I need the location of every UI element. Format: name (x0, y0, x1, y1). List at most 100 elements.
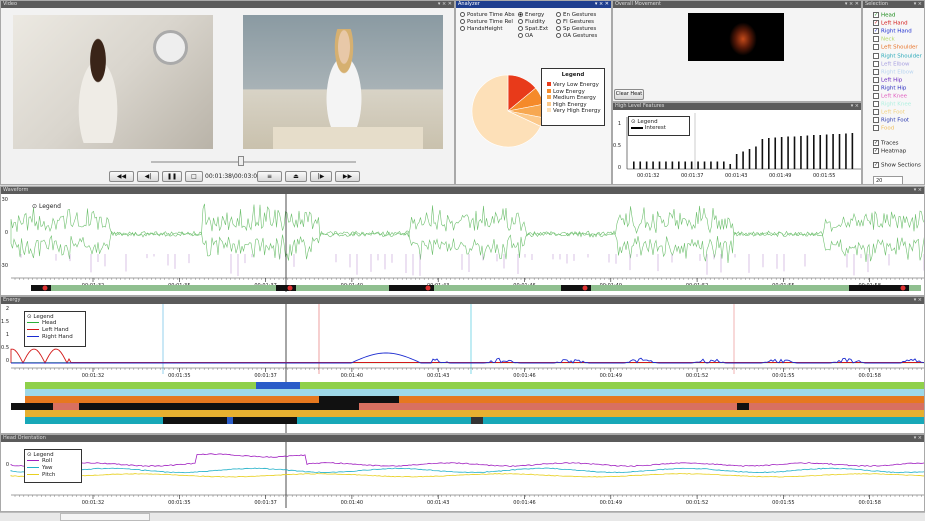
overall-movement-title: Overall Movement ▾ ⨯ ✕ (613, 1, 861, 8)
seek-slider-thumb[interactable] (238, 156, 244, 166)
option-fl-gestures[interactable]: Fl Gestures (556, 19, 594, 25)
pane-controls[interactable]: ▾ ⨯ (914, 1, 922, 8)
selection-item[interactable]: Left Elbow (873, 60, 909, 67)
segment-marker (42, 285, 48, 291)
interest-bar (645, 161, 648, 169)
x-tick-label: 00:01:58 (858, 373, 880, 379)
selection-item[interactable]: ✓ Right Hand (873, 28, 912, 35)
pause-button[interactable]: ❚❚ (162, 171, 182, 182)
y-tick-label: 0 (618, 165, 621, 171)
radio-selected-icon (518, 12, 523, 17)
legend-swatch (27, 466, 39, 469)
selection-item[interactable]: Neck (873, 36, 895, 43)
check-icon (873, 117, 879, 124)
option-oa-gestures[interactable]: OA Gestures (556, 33, 597, 39)
pane-controls[interactable]: ▾ ⨯ (851, 103, 859, 110)
pane-controls[interactable]: ▾ ⨯ (914, 187, 922, 194)
legend-swatch (547, 82, 551, 86)
selection-pane-title: Selection ▾ ⨯ (863, 1, 924, 8)
interest-bar (678, 161, 680, 169)
collapse-icon[interactable]: ⊙ (32, 203, 37, 210)
avatar-video-frame (243, 15, 443, 149)
interest-bar (703, 161, 706, 169)
selection-item[interactable]: Right Hip (873, 84, 906, 91)
interest-bar (697, 161, 699, 169)
pane-controls[interactable]: ▾ ⨯ (914, 297, 922, 304)
traces-checkbox[interactable]: ✓ Traces (873, 140, 898, 147)
legend-item: Right Hand (27, 334, 83, 341)
camera-fan-figure (153, 30, 188, 65)
option-fluidity[interactable]: Fluidity (518, 19, 545, 25)
check-icon: ✓ (873, 12, 879, 18)
clear-heat-button[interactable]: Clear Heat (614, 89, 644, 100)
selection-item[interactable]: Left Knee (873, 93, 907, 100)
selection-item[interactable]: Right Foot (873, 117, 909, 124)
interest-bar (825, 134, 828, 169)
x-tick-label: 00:01:32 (637, 173, 659, 179)
energy-chart: 2 1.5 1 0.5 0 00:01:32 00:01:35 00:01:37 00:01:4… (1, 304, 924, 433)
stop-button[interactable]: □ (185, 171, 203, 182)
step-back-button[interactable]: ◀| (137, 171, 159, 182)
camera-person-figure (68, 33, 128, 143)
legend-item: Roll (27, 458, 79, 465)
interest-bar (845, 133, 847, 169)
selection-item[interactable]: Left Shoulder (873, 44, 918, 51)
y-tick-label: 2 (6, 306, 9, 312)
check-icon (873, 109, 879, 116)
option-oa[interactable]: OA (518, 33, 533, 39)
interest-bar (742, 151, 744, 169)
sections-count-input[interactable]: 20 (873, 176, 903, 184)
bottom-tab[interactable] (60, 513, 150, 521)
option-en-gestures[interactable]: En Gestures (556, 12, 596, 18)
selection-item[interactable]: Right Knee (873, 101, 911, 108)
interest-bar (793, 136, 796, 169)
head-orientation-chart: 0 00:01:32 00:01:35 00:01:37 00:01:40 00:01:4… (6, 442, 924, 508)
fast-forward-button[interactable]: ▶▶ (335, 171, 360, 182)
frame-button[interactable]: ≡ (257, 171, 282, 182)
waveform-legend: ⊙ Legend (32, 203, 61, 210)
waveform-lower-trace (10, 230, 924, 263)
interest-bar (639, 161, 642, 169)
selection-item[interactable]: Left Foot (873, 109, 905, 116)
x-tick-label: 00:01:58 (858, 500, 880, 506)
step-forward-button[interactable]: |▶ (310, 171, 332, 182)
pane-controls[interactable]: ▾ ⨯ ✕ (595, 1, 609, 8)
selection-item[interactable]: ✓ Left Hand (873, 20, 908, 27)
x-tick-label: 00:01:43 (427, 500, 449, 506)
x-tick-label: 00:01:49 (769, 173, 791, 179)
option-posture-time-rel[interactable]: Posture Time Rel (460, 19, 513, 25)
seek-slider-track[interactable] (151, 161, 356, 163)
interest-bar (684, 161, 687, 169)
selection-item[interactable]: Right Elbow (873, 68, 914, 75)
pane-controls[interactable]: ▾ ⨯ ✕ (845, 1, 859, 8)
selection-item[interactable]: Food (873, 125, 894, 132)
pane-controls[interactable]: ▾ ⨯ (914, 435, 922, 442)
show-sections-checkbox[interactable]: ✓ Show Sections (873, 162, 921, 169)
eject-button[interactable]: ⏏ (285, 171, 307, 182)
option-handsheight[interactable]: HandsHeight (460, 26, 503, 32)
x-tick-label: 00:01:35 (168, 373, 190, 379)
option-sp-gestures[interactable]: Sp Gestures (556, 26, 596, 32)
avatar-figure (315, 29, 373, 129)
interest-bar (832, 134, 834, 169)
interest-bar (710, 161, 712, 169)
interest-swatch (631, 126, 643, 129)
option-posture-time-abs[interactable]: Posture Time Abs (460, 12, 515, 18)
high-level-features-title: High Level Features ▾ ⨯ (613, 103, 861, 110)
option-spat-ext[interactable]: Spat.Ext (518, 26, 548, 32)
interest-bar (780, 137, 783, 169)
segment-black (31, 285, 51, 291)
selection-item[interactable]: Left Hip (873, 76, 902, 83)
x-tick-label: 00:01:37 (254, 500, 276, 506)
rewind-button[interactable]: ◀◀ (109, 171, 134, 182)
selection-item[interactable]: Right Shoulder (873, 52, 922, 59)
selection-item[interactable]: ✓ Head (873, 12, 895, 19)
option-energy[interactable]: Energy (518, 12, 544, 18)
interest-bar (665, 161, 667, 169)
pane-controls[interactable]: ▾ ⨯ ✕ (438, 1, 452, 8)
y-tick-label: 1 (618, 121, 621, 127)
waveform-chart: 300-3000:01:3200:01:3500:01:3700:01:4000… (1, 194, 924, 292)
legend-swatch (27, 328, 39, 331)
heatmap-checkbox[interactable]: ✓ Heatmap (873, 148, 906, 155)
energy-legend: Legend Very Low Energy Low Energy Medium E… (541, 68, 605, 126)
